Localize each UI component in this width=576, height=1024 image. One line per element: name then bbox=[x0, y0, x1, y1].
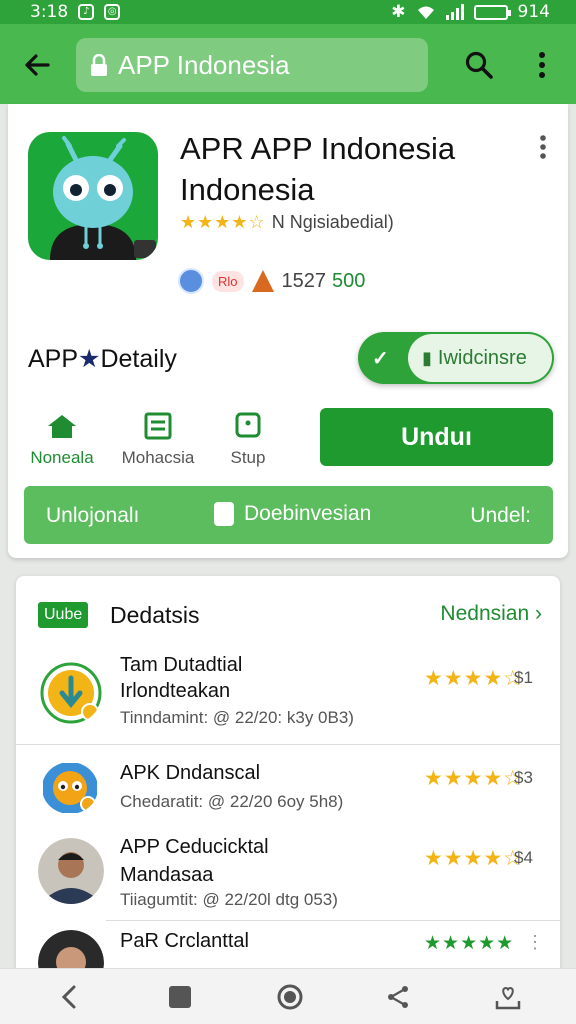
search-icon[interactable] bbox=[464, 50, 494, 80]
chevron-right-icon: › bbox=[535, 602, 542, 625]
badge-pill: Rlo bbox=[212, 270, 244, 292]
divider bbox=[106, 920, 560, 921]
rating-label: Ngisiabedial) bbox=[289, 212, 394, 232]
shield-icon: ◎ bbox=[104, 4, 121, 20]
document-icon bbox=[214, 502, 234, 526]
item-stars: ★★★★☆ bbox=[424, 847, 524, 870]
item-subtitle: Tiiagumtit: @ 22/20l dtg 053) bbox=[120, 890, 338, 909]
battery-icon bbox=[473, 4, 511, 20]
item-price: $4 bbox=[514, 848, 533, 867]
nav-setup[interactable]: Stup bbox=[198, 412, 298, 468]
item-title: Tam Dutadtial bbox=[120, 654, 243, 676]
robot-mascot-icon bbox=[50, 136, 156, 260]
avatar bbox=[38, 838, 104, 904]
wifi-icon bbox=[417, 6, 434, 19]
battery-text: 914 bbox=[517, 2, 550, 22]
nav-back-icon[interactable] bbox=[56, 983, 84, 1011]
divider bbox=[16, 744, 560, 745]
download-app-icon bbox=[40, 662, 102, 724]
list-icon bbox=[144, 412, 172, 440]
search-input[interactable]: APP Indonesia bbox=[76, 38, 428, 92]
toggle-knob: ▮ Iwidcinsre bbox=[408, 334, 552, 382]
nav-home-icon[interactable] bbox=[276, 983, 304, 1011]
item-stars: ★★★★☆ bbox=[424, 667, 524, 690]
item-price: $1 bbox=[514, 668, 533, 687]
nav-media-label: Mohacsia bbox=[121, 448, 195, 467]
item-stars: ★★★★☆ bbox=[424, 767, 524, 790]
rating-stars: ★★★★☆ bbox=[180, 212, 266, 232]
section-badge: Uube bbox=[38, 602, 89, 628]
downloads-secondary: 500 bbox=[332, 269, 366, 292]
rating-row: ★★★★☆ N Ngisiabedial) bbox=[180, 212, 394, 233]
install-toggle[interactable]: ✓ ▮ Iwidcinsre bbox=[358, 332, 554, 384]
more-vert-icon[interactable] bbox=[534, 50, 550, 80]
item-title: PaR Crclanttal bbox=[120, 930, 249, 952]
section-title: Dedatsis bbox=[110, 602, 200, 628]
status-time: 3:18 bbox=[30, 2, 69, 22]
action-center-label: Doebinvesian bbox=[244, 502, 372, 525]
home-icon bbox=[48, 415, 76, 438]
status-bar: 3:18 ♪ ◎ ✱ 914 bbox=[0, 0, 576, 24]
action-right[interactable]: Undel: bbox=[470, 504, 531, 528]
download-button[interactable]: Unduı bbox=[320, 408, 553, 466]
detail-title-part1: APP bbox=[28, 345, 79, 373]
detail-title: APP★Detaily bbox=[28, 344, 177, 374]
fire-icon bbox=[251, 270, 274, 292]
item-title-2: Mandasaa bbox=[120, 864, 214, 886]
check-icon: ✓ bbox=[372, 348, 389, 370]
back-arrow-icon[interactable] bbox=[22, 50, 52, 80]
item-price: $3 bbox=[514, 768, 533, 787]
card-more-icon[interactable] bbox=[538, 134, 548, 160]
bluetooth-icon: ✱ bbox=[391, 2, 406, 22]
app-icon[interactable] bbox=[28, 132, 158, 260]
nav-recents-icon[interactable] bbox=[166, 983, 194, 1011]
section-link[interactable]: Nednsian › bbox=[440, 602, 542, 626]
item-subtitle: Chedaratit: @ 22/20 6oy 5h8) bbox=[120, 792, 344, 811]
nav-home[interactable]: Noneala bbox=[12, 412, 112, 468]
toggle-label: Iwidcinsre bbox=[437, 346, 527, 369]
details-card: Uube Dedatsis Nednsian › Tam Dutadtial I… bbox=[16, 576, 560, 976]
user-badge-icon bbox=[178, 268, 204, 294]
list-item[interactable]: APP Ceducicktal Mandasaa Tiiagumtit: @ 2… bbox=[16, 828, 560, 918]
nav-setup-label: Stup bbox=[230, 448, 266, 467]
list-item[interactable]: Tam Dutadtial Irlondteakan Tinndamint: @… bbox=[16, 644, 560, 744]
app-title: APR APP Indonesia Indonesia bbox=[180, 131, 456, 207]
section-link-label: Nednsian bbox=[440, 602, 530, 625]
downloads-count: 1527 bbox=[281, 269, 327, 292]
app-detail-card: APR APP Indonesia Indonesia ★★★★☆ N Ngis… bbox=[8, 104, 568, 558]
system-navigation-bar bbox=[0, 968, 576, 1024]
notification-icon: ♪ bbox=[78, 4, 95, 20]
app-icon-owl bbox=[43, 763, 97, 813]
detail-title-part2: Detaily bbox=[100, 345, 177, 373]
item-more-icon[interactable]: ⋮ bbox=[526, 932, 544, 953]
meta-row: Rlo 1527 500 bbox=[178, 268, 365, 294]
search-text: APP Indonesia bbox=[118, 49, 290, 80]
nav-media[interactable]: Mohacsia bbox=[108, 412, 208, 468]
action-left[interactable]: Unlojonalı bbox=[46, 504, 139, 528]
rating-prefix: N bbox=[271, 212, 285, 232]
lock-icon bbox=[91, 54, 107, 76]
action-bar: Unlojonalı Doebinvesian Undel: bbox=[24, 486, 553, 544]
item-subtitle: Tinndamint: @ 22/20: k3y 0B3) bbox=[120, 708, 354, 727]
item-title: APP Ceducicktal bbox=[120, 836, 269, 858]
nav-home-label: Noneala bbox=[30, 448, 94, 467]
star-icon: ★ bbox=[78, 345, 101, 373]
list-item[interactable]: APK Dndanscal Chedaratit: @ 22/20 6oy 5h… bbox=[16, 746, 560, 826]
thumb-icon: ▮ bbox=[422, 347, 432, 368]
setup-icon bbox=[235, 412, 261, 438]
app-bar: APP Indonesia bbox=[0, 24, 576, 104]
share-icon[interactable] bbox=[384, 983, 412, 1011]
item-title-2: Irlondteakan bbox=[120, 680, 231, 702]
item-stars: ★★★★★ bbox=[424, 933, 515, 954]
action-center[interactable]: Doebinvesian bbox=[214, 502, 371, 526]
item-title: APK Dndanscal bbox=[120, 762, 261, 784]
favorite-tray-icon[interactable] bbox=[494, 983, 522, 1011]
signal-icon bbox=[445, 4, 464, 20]
